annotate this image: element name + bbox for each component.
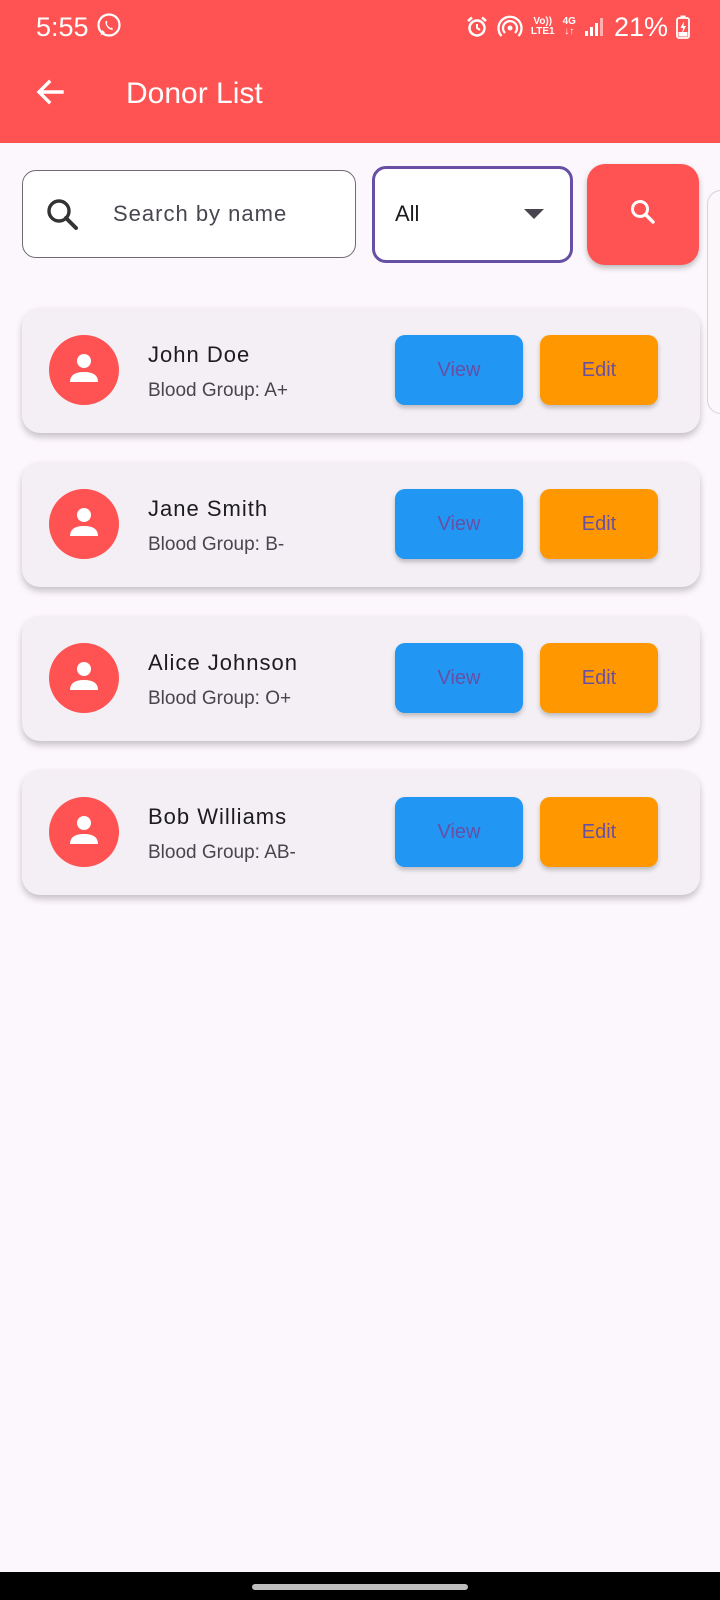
edit-button[interactable]: Edit [540,643,658,713]
donor-name: Bob Williams [148,804,288,829]
search-field[interactable] [22,170,356,258]
status-icons: Vo)) LTE1 4G ↓↑ 21% [465,10,690,44]
view-button[interactable]: View [395,643,523,713]
person-icon [67,659,101,698]
offscreen-card-edge [707,190,720,414]
data-arrows-icon: ↓↑ [564,26,575,37]
blood-group-filter-dropdown[interactable]: All [372,166,573,263]
view-button[interactable]: View [395,489,523,559]
view-button[interactable]: View [395,797,523,867]
avatar [49,335,119,405]
search-button[interactable] [587,164,699,265]
back-button[interactable] [26,70,74,118]
whatsapp-icon [96,13,122,44]
donor-blood-group: Blood Group: AB- [148,842,296,863]
battery-charging-icon [676,15,690,39]
donor-blood-group: Blood Group: O+ [148,688,292,709]
search-icon [629,198,657,231]
search-icon [45,197,81,238]
hotspot-icon [497,14,523,40]
page-title: Donor List [126,77,263,110]
chevron-down-icon [524,209,544,219]
avatar [49,643,119,713]
alarm-icon [465,15,489,39]
person-icon [67,813,101,852]
home-gesture-handle[interactable] [252,1584,468,1590]
system-nav-bar [0,1572,720,1600]
view-button[interactable]: View [395,335,523,405]
signal-icon [584,17,606,37]
status-time: 5:55 [36,12,89,42]
donor-name: Alice Johnson [148,650,298,675]
filter-selected-value: All [395,201,420,226]
app-bar: 5:55 Vo)) LTE1 4G ↓↑ 21% Donor List [0,0,720,143]
donor-card: Bob Williams Blood Group: AB- View Edit [22,770,700,895]
avatar [49,797,119,867]
volte-indicator: Vo)) LTE1 [531,17,555,37]
donor-card: Alice Johnson Blood Group: O+ View Edit [22,616,700,741]
edit-button[interactable]: Edit [540,335,658,405]
donor-name: Jane Smith [148,496,269,521]
arrow-back-icon [34,76,66,113]
network-type-indicator: 4G ↓↑ [563,17,576,37]
edit-button[interactable]: Edit [540,489,658,559]
search-input[interactable] [111,191,335,237]
edit-button[interactable]: Edit [540,797,658,867]
donor-card: Jane Smith Blood Group: B- View Edit [22,462,700,587]
person-icon [67,351,101,390]
donor-blood-group: Blood Group: B- [148,534,285,555]
person-icon [67,505,101,544]
donor-card: John Doe Blood Group: A+ View Edit [22,308,700,433]
lte-label: LTE1 [530,26,555,37]
donor-blood-group: Blood Group: A+ [148,380,288,401]
avatar [49,489,119,559]
battery-percent: 21% [613,12,668,42]
donor-name: John Doe [148,342,251,367]
